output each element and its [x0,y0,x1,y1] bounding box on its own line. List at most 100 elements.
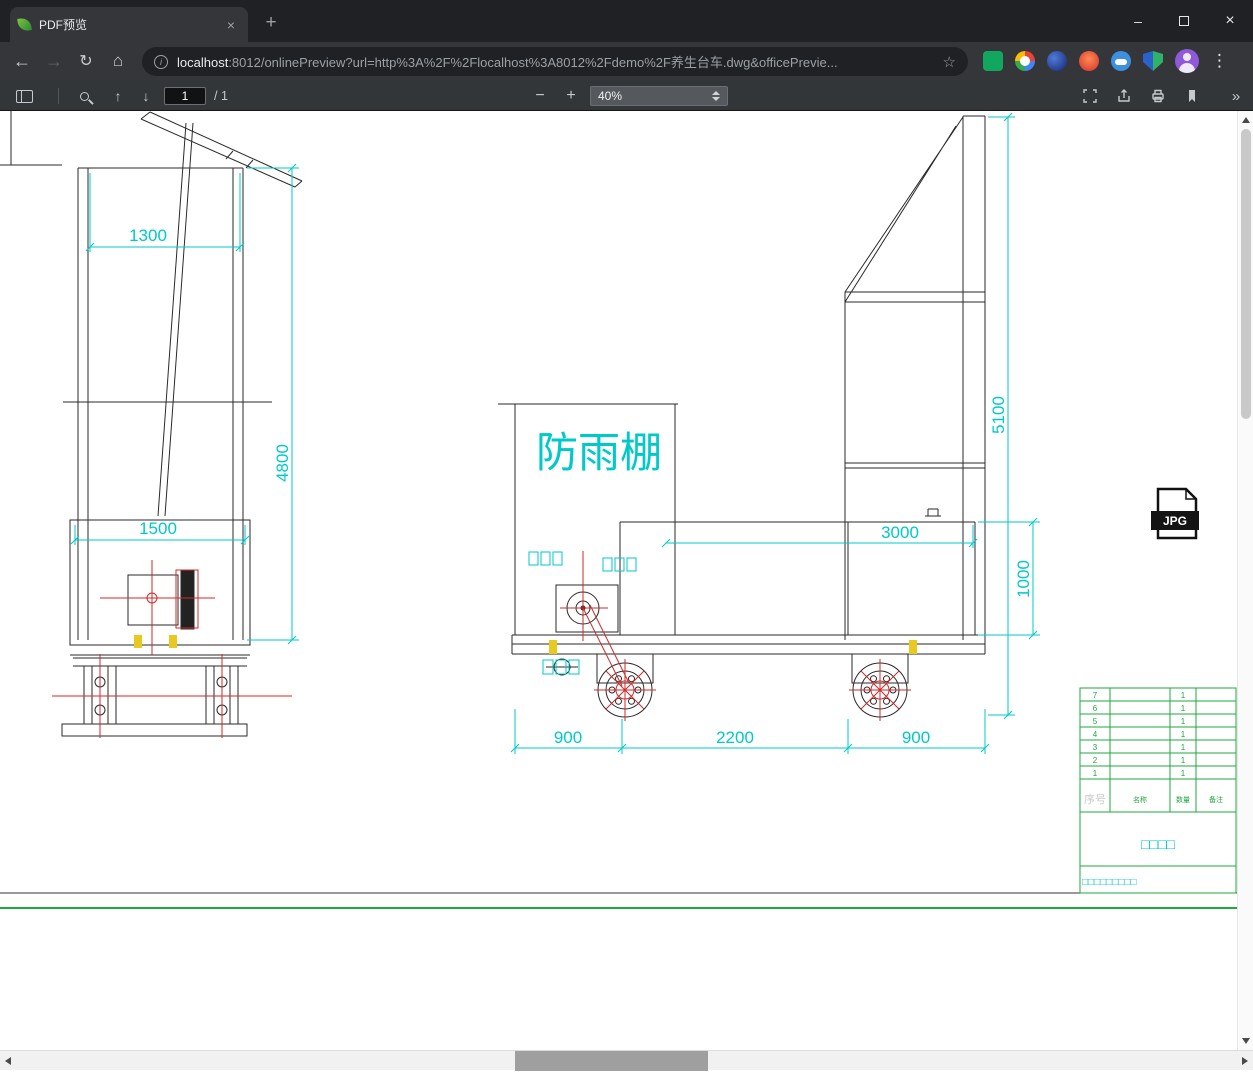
back-button[interactable]: ← [8,47,36,75]
bookmark-button[interactable] [1178,82,1206,110]
drawing-title-text: □□□□ [1141,836,1175,852]
cad-drawing: 1300 4800 1500 5100 3000 1000 900 2200 9… [0,111,1237,909]
row-qty: 1 [1181,756,1186,765]
profile-avatar[interactable] [1175,49,1199,73]
row-num: 3 [1093,743,1098,752]
select-arrows-icon [712,91,720,101]
canopy-label: 防雨棚 [536,429,662,476]
dim-1500-label: 1500 [139,519,177,538]
open-file-icon [1118,89,1130,102]
header-qty: 数量 [1176,795,1190,804]
page-number-input[interactable] [164,87,206,105]
window-controls: – × [1115,0,1253,42]
site-info-icon[interactable]: i [154,54,168,69]
dim-900-left-label: 900 [554,728,582,747]
zoom-value: 40% [598,89,623,103]
horizontal-scrollbar[interactable] [0,1050,1253,1071]
row-qty: 1 [1181,743,1186,752]
print-button[interactable] [1144,82,1172,110]
scroll-left-icon[interactable] [5,1057,11,1065]
title-block-text: □□□□ □□□□□□□□□ [1082,836,1175,888]
front-view-lines [0,111,303,737]
browser-menu-button[interactable]: ⋮ [1211,51,1228,71]
row-num: 1 [1093,769,1098,778]
presentation-mode-button[interactable] [1076,82,1104,110]
dim-4800-label: 4800 [273,444,292,482]
browser-tab[interactable]: PDF预览 × [10,7,248,42]
header-name: 名称 [1133,795,1147,804]
extension-browser-icon[interactable] [1047,51,1067,71]
row-num: 6 [1093,704,1098,713]
search-icon [79,91,89,101]
tab-favicon-leaf-icon [17,17,32,32]
row-qty: 1 [1181,691,1186,700]
close-button[interactable]: × [1207,0,1253,42]
tab-title: PDF预览 [39,18,88,32]
scroll-down-icon[interactable] [1242,1038,1250,1044]
extension-shield-icon[interactable] [1143,51,1163,71]
sheet-border [0,892,1237,909]
extension-google-icon[interactable] [1015,51,1035,71]
dim-5100-label: 5100 [989,396,1008,434]
vertical-scrollbar[interactable] [1237,111,1253,1050]
forward-button[interactable]: → [40,47,68,75]
dim-3000-label: 3000 [881,523,919,542]
row-num: 5 [1093,717,1098,726]
zoom-select[interactable]: 40% [590,86,728,106]
zoom-out-button[interactable]: − [526,82,554,110]
header-note: 备注 [1209,795,1223,804]
header-seq: 序号 [1084,792,1106,806]
jpg-file-icon: JPG [1151,487,1199,540]
new-tab-button[interactable]: + [258,10,284,36]
row-num: 4 [1093,730,1098,739]
url-text[interactable]: localhost:8012/onlinePreview?url=http%3A… [177,52,934,71]
fit-screen-icon [1083,89,1097,103]
row-qty: 1 [1181,730,1186,739]
address-bar[interactable]: i localhost:8012/onlinePreview?url=http%… [142,47,968,76]
side-view-lines [498,115,986,718]
zoom-in-button[interactable]: + [557,82,585,110]
jpg-badge-label: JPG [1163,514,1187,528]
maximize-icon [1179,16,1189,26]
home-button[interactable]: ⌂ [104,47,132,75]
minimize-button[interactable]: – [1115,0,1161,42]
scroll-right-icon[interactable] [1242,1057,1248,1065]
dim-900-right-label: 900 [902,728,930,747]
title-block-grid [1079,687,1237,894]
maximize-button[interactable] [1161,0,1207,42]
printer-icon [1152,89,1164,103]
row-qty: 1 [1181,717,1186,726]
row-qty: 1 [1181,704,1186,713]
pdf-page-canvas: 1300 4800 1500 5100 3000 1000 900 2200 9… [0,111,1237,1050]
window-titlebar: PDF预览 × + – × [0,0,1253,42]
extension-photos-icon[interactable] [1079,51,1099,71]
row-num: 7 [1093,691,1098,700]
dim-2200-label: 2200 [716,728,754,747]
extension-cloud-icon[interactable] [1111,51,1131,71]
scroll-up-icon[interactable] [1242,117,1250,123]
pdf-toolbar: ↑ ↓ / 1 − + 40% » [0,81,1253,111]
vertical-scrollbar-thumb[interactable] [1241,129,1251,419]
next-page-button[interactable]: ↓ [132,82,160,110]
page-total-label: / 1 [214,89,228,103]
title-block-rows: 7 6 5 4 3 2 1 1 1 1 1 1 1 1 [1093,691,1186,778]
open-file-button[interactable] [1110,82,1138,110]
reload-button[interactable]: ↻ [72,47,100,75]
tab-close-icon[interactable]: × [222,16,240,34]
title-block-header: 序号 名称 数量 备注 [1084,792,1223,806]
extensions-row: ⋮ [983,48,1228,74]
dim-1300-label: 1300 [129,226,167,245]
horizontal-scrollbar-thumb[interactable] [515,1051,708,1071]
drawing-bottom-text: □□□□□□□□□ [1082,877,1136,888]
bookmark-star-icon[interactable]: ☆ [943,53,956,71]
row-num: 2 [1093,756,1098,765]
url-path: :8012/onlinePreview?url=http%3A%2F%2Floc… [228,55,838,70]
more-tools-button[interactable]: » [1222,82,1250,110]
dim-1000-label: 1000 [1014,560,1033,598]
toolbar-divider [58,88,59,104]
sidebar-toggle-icon [15,89,33,103]
sidebar-toggle-button[interactable] [10,82,38,110]
previous-page-button[interactable]: ↑ [104,82,132,110]
find-button[interactable] [70,82,98,110]
extension-translate-icon[interactable] [983,51,1003,71]
